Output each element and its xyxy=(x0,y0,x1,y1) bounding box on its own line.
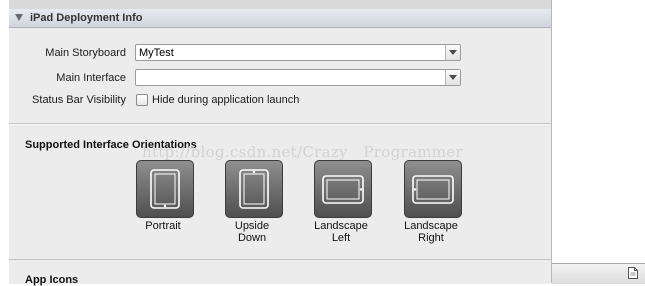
main-interface-combo[interactable] xyxy=(135,69,461,86)
status-bar-row: Status Bar Visibility Hide during applic… xyxy=(9,91,551,111)
ipad-landscape-left-icon xyxy=(322,175,364,204)
main-storyboard-dropdown-button[interactable] xyxy=(445,45,460,60)
ipad-portrait-icon xyxy=(150,169,180,209)
right-blank-area xyxy=(552,0,645,283)
status-bar-label: Status Bar Visibility xyxy=(32,94,126,106)
landscape-right-label-line2: Right xyxy=(418,232,444,244)
main-interface-row: Main Interface xyxy=(9,69,551,89)
app-icons-title: App Icons xyxy=(25,274,79,286)
section-header[interactable]: iPad Deployment Info xyxy=(9,9,551,28)
deployment-panel: iPad Deployment Info Main Storyboard MyT… xyxy=(9,0,552,286)
chevron-down-icon xyxy=(449,50,457,55)
main-storyboard-label: Main Storyboard xyxy=(45,47,126,59)
portrait-toggle[interactable] xyxy=(136,160,194,218)
main-storyboard-row: Main Storyboard MyTest xyxy=(9,44,551,64)
upside-down-label-line1: Upside xyxy=(234,220,270,232)
landscape-left-label: Landscape Left xyxy=(296,220,386,244)
portrait-label: Portrait xyxy=(118,220,208,232)
main-interface-label: Main Interface xyxy=(56,72,126,84)
main-storyboard-combo[interactable]: MyTest xyxy=(135,44,461,61)
hide-status-bar-label[interactable]: Hide during application launch xyxy=(152,94,299,106)
app-icons-section: App Icons xyxy=(9,259,551,286)
landscape-left-toggle[interactable] xyxy=(314,160,372,218)
watermark-text: http://blog.csdn.net/Crazy__Programmer xyxy=(142,143,463,161)
landscape-right-label-line1: Landscape xyxy=(404,220,458,232)
upside-down-label: Upside Down xyxy=(207,220,297,244)
divider-highlight xyxy=(9,124,551,125)
main-storyboard-value[interactable]: MyTest xyxy=(139,47,174,59)
chevron-down-icon xyxy=(449,75,457,80)
disclosure-triangle-icon[interactable] xyxy=(15,14,23,21)
main-interface-dropdown-button[interactable] xyxy=(445,70,460,85)
document-icon[interactable] xyxy=(628,267,638,279)
ipad-upside-down-icon xyxy=(239,169,269,209)
landscape-left-label-line2: Left xyxy=(331,232,351,244)
bottom-status-bar xyxy=(552,263,645,284)
hide-status-bar-checkbox[interactable] xyxy=(136,94,148,106)
landscape-right-toggle[interactable] xyxy=(404,160,462,218)
upside-down-toggle[interactable] xyxy=(225,160,283,218)
upside-down-label-line2: Down xyxy=(237,232,267,244)
section-title: iPad Deployment Info xyxy=(30,12,143,24)
portrait-label-line1: Portrait xyxy=(145,220,181,232)
ipad-landscape-right-icon xyxy=(412,175,454,204)
landscape-right-label: Landscape Right xyxy=(386,220,476,244)
landscape-left-label-line1: Landscape xyxy=(314,220,368,232)
